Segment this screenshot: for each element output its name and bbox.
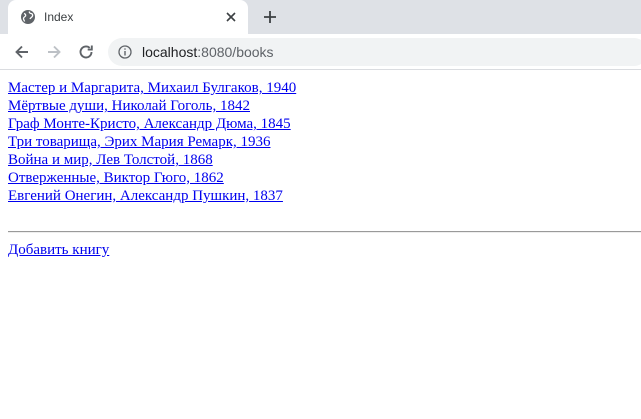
- list-item: Евгений Онегин, Александр Пушкин, 1837: [8, 187, 641, 205]
- reload-icon[interactable]: [76, 42, 96, 62]
- tab-title: Index: [44, 10, 74, 24]
- url-text: localhost:8080/books: [142, 44, 274, 60]
- close-icon[interactable]: [223, 9, 239, 25]
- list-item: Отверженные, Виктор Гюго, 1862: [8, 169, 641, 187]
- list-item: Война и мир, Лев Толстой, 1868: [8, 151, 641, 169]
- book-link[interactable]: Евгений Онегин, Александр Пушкин, 1837: [8, 187, 283, 205]
- book-link[interactable]: Граф Монте-Кристо, Александр Дюма, 1845: [8, 115, 291, 133]
- globe-icon: [20, 9, 36, 25]
- address-bar[interactable]: localhost:8080/books: [108, 38, 641, 66]
- list-item: Граф Монте-Кристо, Александр Дюма, 1845: [8, 115, 641, 133]
- url-path: :8080/books: [197, 44, 274, 60]
- book-link[interactable]: Война и мир, Лев Толстой, 1868: [8, 151, 213, 169]
- info-icon[interactable]: [118, 45, 132, 59]
- book-link[interactable]: Три товарища, Эрих Мария Ремарк, 1936: [8, 133, 271, 151]
- page-content: Мастер и Маргарита, Михаил Булгаков, 194…: [8, 79, 641, 205]
- url-host: localhost: [142, 44, 198, 60]
- book-link[interactable]: Мёртвые души, Николай Гоголь, 1842: [8, 97, 250, 115]
- book-link[interactable]: Отверженные, Виктор Гюго, 1862: [8, 169, 224, 187]
- tab-index[interactable]: Index: [8, 0, 248, 34]
- book-list: Мастер и Маргарита, Михаил Булгаков, 194…: [8, 79, 641, 205]
- forward-arrow-icon[interactable]: [44, 42, 64, 62]
- tab-strip: Index: [0, 0, 641, 34]
- book-link[interactable]: Мастер и Маргарита, Михаил Булгаков, 194…: [8, 79, 296, 97]
- list-item: Три товарища, Эрих Мария Ремарк, 1936: [8, 133, 641, 151]
- list-item: Мёртвые души, Николай Гоголь, 1842: [8, 97, 641, 115]
- browser-toolbar: localhost:8080/books: [0, 34, 641, 70]
- divider: [8, 231, 641, 233]
- back-arrow-icon[interactable]: [12, 42, 32, 62]
- add-book-link[interactable]: Добавить книгу: [8, 241, 109, 259]
- plus-icon[interactable]: [261, 8, 279, 26]
- list-item: Мастер и Маргарита, Михаил Булгаков, 194…: [8, 79, 641, 97]
